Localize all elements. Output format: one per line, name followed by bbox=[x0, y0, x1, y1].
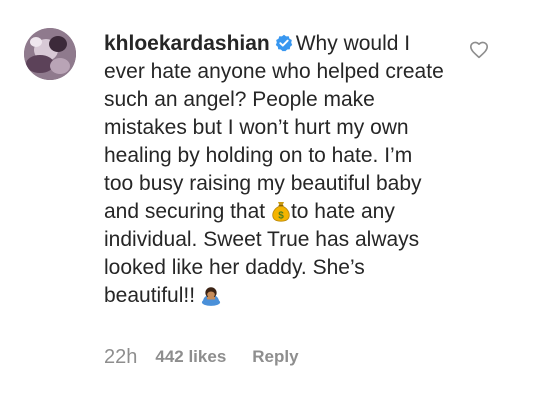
comment-meta: 22h 442 likes Reply bbox=[104, 344, 299, 370]
comment-text-part-1: Why would I ever hate anyone who helped … bbox=[104, 32, 444, 223]
verified-badge-icon bbox=[275, 34, 292, 52]
reply-button[interactable]: Reply bbox=[252, 347, 298, 367]
username-link[interactable]: khloekardashian bbox=[104, 32, 270, 55]
like-heart-icon[interactable] bbox=[469, 40, 489, 60]
avatar[interactable] bbox=[24, 28, 76, 80]
woman-bowing-icon bbox=[201, 287, 220, 306]
comment: khloekardashian Why would I ever hate an… bbox=[0, 0, 533, 400]
comment-timestamp[interactable]: 22h bbox=[104, 346, 137, 369]
comment-body: khloekardashian Why would I ever hate an… bbox=[104, 30, 446, 310]
likes-count[interactable]: 442 likes bbox=[155, 347, 226, 367]
svg-text:$: $ bbox=[278, 210, 284, 221]
money-bag-icon: $ bbox=[272, 202, 290, 222]
avatar-image bbox=[24, 28, 76, 80]
